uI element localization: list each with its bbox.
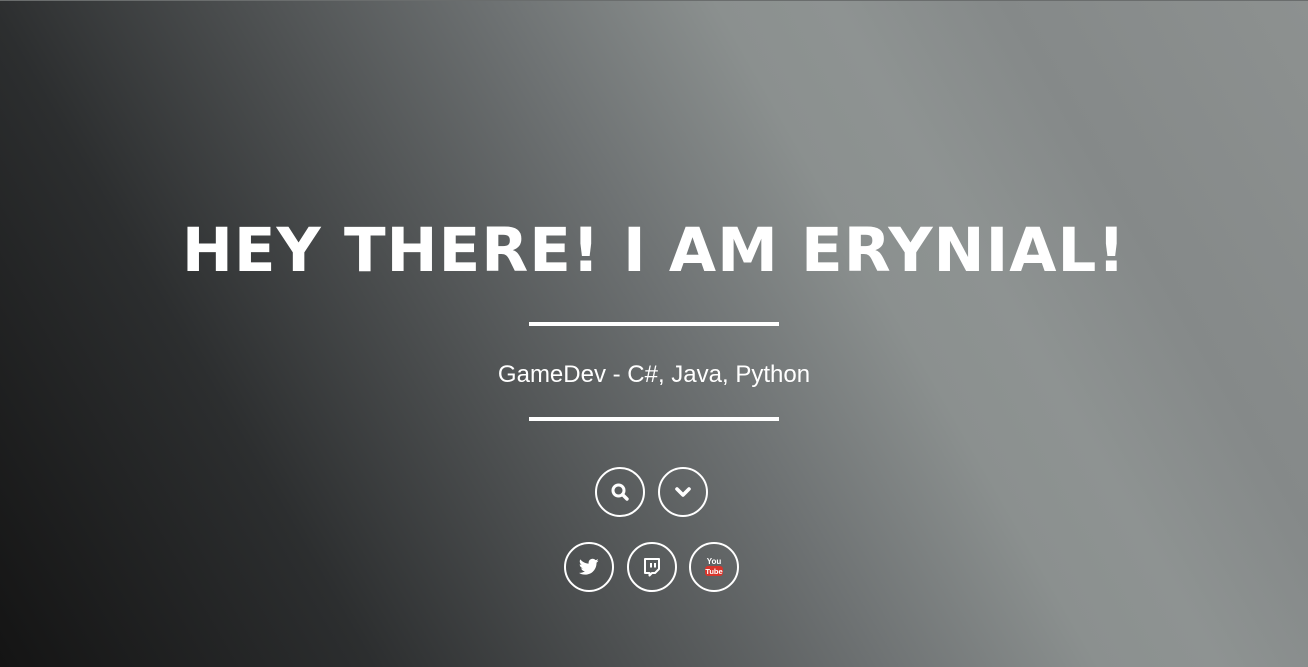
divider-top: [529, 322, 779, 326]
youtube-button[interactable]: You Tube: [689, 542, 739, 592]
page-title: HEY THERE! I AM ERYNIAL!: [181, 215, 1127, 286]
search-icon: [611, 483, 629, 501]
chevron-down-icon: [675, 487, 691, 497]
divider-bottom: [529, 417, 779, 421]
twitter-button[interactable]: [564, 542, 614, 592]
twitch-icon: [644, 558, 660, 577]
twitch-button[interactable]: [627, 542, 677, 592]
twitter-icon: [579, 558, 599, 575]
scroll-down-button[interactable]: [658, 467, 708, 517]
hero-section: HEY THERE! I AM ERYNIAL! GameDev - C#, J…: [0, 0, 1308, 667]
svg-text:Tube: Tube: [705, 567, 722, 576]
page-subtitle: GameDev - C#, Java, Python: [497, 361, 811, 388]
svg-text:You: You: [707, 557, 722, 566]
search-button[interactable]: [595, 467, 645, 517]
youtube-icon: You Tube: [705, 557, 723, 576]
